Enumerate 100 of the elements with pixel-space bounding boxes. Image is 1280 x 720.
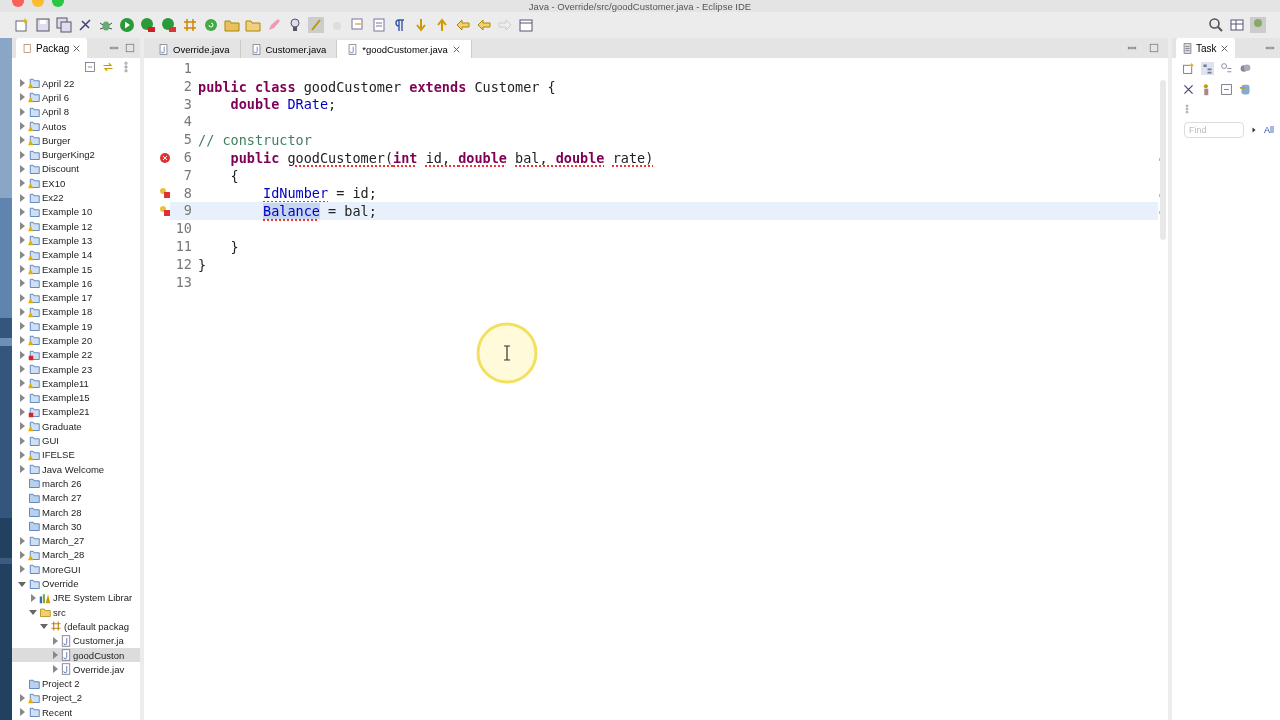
tree-item[interactable]: Example 23 (12, 361, 140, 377)
quick-fix-icon[interactable] (160, 188, 170, 199)
expand-arrow-icon[interactable] (18, 322, 26, 331)
tree-item[interactable]: Customer.ja (12, 633, 140, 648)
expand-arrow-icon[interactable] (18, 536, 26, 545)
expand-arrow-icon[interactable] (18, 293, 26, 302)
tree-item[interactable]: Java Welcome (12, 462, 140, 477)
tree-item[interactable]: Example 12 (12, 218, 140, 234)
tree-item[interactable]: Example 15 (12, 261, 140, 277)
folder-icon[interactable] (224, 17, 240, 33)
maximize-icon[interactable] (1148, 42, 1160, 54)
lightbulb-icon[interactable] (287, 17, 303, 33)
perspective-icon[interactable] (1229, 17, 1245, 33)
tree-item[interactable]: Autos (12, 118, 140, 134)
tree-item[interactable]: Example 20 (12, 333, 140, 348)
expand-arrow-icon[interactable] (18, 236, 26, 245)
expand-arrow-icon[interactable] (18, 207, 26, 216)
expand-arrow-icon[interactable] (18, 579, 26, 588)
pencil-icon[interactable] (266, 17, 282, 33)
expand-arrow-icon[interactable] (18, 179, 26, 188)
expand-arrow-icon[interactable] (18, 407, 26, 416)
list-icon[interactable] (371, 17, 387, 33)
tree-item[interactable]: Example15 (12, 390, 140, 405)
expand-arrow-icon[interactable] (18, 265, 26, 273)
tree-item[interactable]: IFELSE (12, 447, 140, 462)
tree-item[interactable]: (default packag (12, 619, 140, 634)
run-icon[interactable] (119, 17, 135, 33)
tree-item[interactable]: April 22 (12, 76, 140, 91)
editor-tab[interactable]: *goodCustomer.java (337, 40, 472, 58)
tree-item[interactable]: Example 16 (12, 276, 140, 291)
tree-item[interactable]: Example 19 (12, 319, 140, 334)
save-icon[interactable] (35, 17, 51, 33)
tree-item[interactable]: Graduate (12, 419, 140, 434)
tree-item[interactable]: March 30 (12, 519, 140, 534)
expand-arrow-icon[interactable] (18, 193, 26, 202)
tree-item[interactable]: JRE System Librar (12, 590, 140, 605)
tree-item[interactable]: Example21 (12, 404, 140, 420)
maximize-icon[interactable] (124, 42, 136, 54)
tree-item[interactable]: Example 13 (12, 233, 140, 248)
expand-arrow-icon[interactable] (18, 122, 26, 131)
expand-arrow-icon[interactable] (51, 636, 59, 645)
expand-arrow-icon[interactable] (18, 336, 26, 345)
tree-item[interactable]: March_27 (12, 533, 140, 548)
tree-item[interactable]: goodCuston (12, 647, 140, 663)
search-icon[interactable] (1208, 17, 1224, 33)
refresh-icon[interactable] (203, 17, 219, 33)
tree-item[interactable]: Project 2 (12, 676, 140, 691)
expand-arrow-icon[interactable] (18, 450, 26, 459)
expand-arrow-icon[interactable] (18, 250, 26, 259)
tree-item[interactable]: Example 18 (12, 304, 140, 320)
find-field[interactable]: Find (1184, 122, 1244, 138)
coverage-icon[interactable] (161, 17, 177, 33)
tree-item[interactable]: April 6 (12, 90, 140, 105)
tree-item[interactable]: EX10 (12, 176, 140, 191)
run-config-icon[interactable] (140, 17, 156, 33)
expand-arrow-icon[interactable] (18, 693, 26, 702)
grid-icon[interactable] (182, 17, 198, 33)
all-link[interactable]: All (1264, 125, 1274, 135)
back-icon[interactable] (476, 17, 492, 33)
scrollbar[interactable] (1160, 80, 1166, 240)
expand-arrow-icon[interactable] (18, 379, 26, 388)
up-arrow-icon[interactable] (434, 17, 450, 33)
close-icon[interactable] (72, 43, 82, 53)
expand-arrow-icon[interactable] (18, 436, 26, 445)
expand-arrow-icon[interactable] (18, 79, 26, 88)
save-all-icon[interactable] (56, 17, 72, 33)
task-list-tab[interactable]: Task (1176, 38, 1235, 58)
expand-arrow-icon[interactable] (18, 279, 26, 288)
package-explorer-tab[interactable]: Packag (16, 38, 88, 58)
tree-item[interactable]: src (12, 605, 140, 620)
tree-item[interactable]: Burger (12, 133, 140, 148)
schedule-icon[interactable] (1220, 62, 1233, 75)
tree-item[interactable]: April 8 (12, 104, 140, 119)
close-icon[interactable] (1219, 43, 1229, 53)
tree-item[interactable]: BurgerKing2 (12, 147, 140, 162)
expand-arrow-icon[interactable] (18, 565, 26, 574)
expand-arrow-icon[interactable] (18, 136, 26, 145)
expand-arrow-icon[interactable] (18, 222, 26, 231)
expand-arrow-icon[interactable] (29, 593, 37, 602)
tree-item[interactable]: Discount (12, 161, 140, 177)
tree-item[interactable]: march 26 (12, 476, 140, 491)
expand-arrow-icon[interactable] (29, 608, 37, 617)
tree-item[interactable]: MoreGUI (12, 562, 140, 577)
categorize-icon[interactable] (1201, 62, 1214, 75)
expand-arrow-icon[interactable] (51, 665, 59, 674)
tree-item[interactable]: Example11 (12, 376, 140, 391)
tree-item[interactable]: Recent (12, 705, 140, 720)
tree-item[interactable]: Example 17 (12, 290, 140, 305)
tree-item[interactable]: Example 10 (12, 204, 140, 219)
tree-item[interactable]: March 28 (12, 504, 140, 520)
expand-arrow-icon[interactable] (18, 550, 26, 559)
hide-completed-icon[interactable] (1182, 83, 1195, 96)
expand-arrow-icon[interactable] (18, 465, 26, 474)
down-arrow-icon[interactable] (413, 17, 429, 33)
tree-item[interactable]: Example 22 (12, 347, 140, 362)
new-icon[interactable] (14, 17, 30, 33)
expand-arrow-icon[interactable] (18, 93, 26, 102)
expand-arrow-icon[interactable] (18, 365, 26, 374)
expand-arrow-icon[interactable] (18, 422, 26, 431)
expand-arrow-icon[interactable] (40, 622, 48, 631)
